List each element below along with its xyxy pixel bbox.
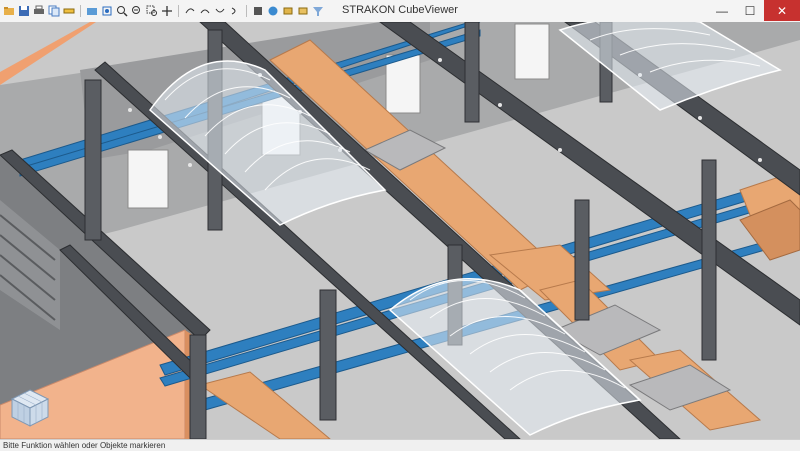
fit-view-icon[interactable] bbox=[100, 4, 114, 18]
rotate-y-icon[interactable] bbox=[213, 4, 227, 18]
toolbar-separator bbox=[246, 5, 247, 17]
toolbar-separator bbox=[178, 5, 179, 17]
zoom-window-icon[interactable] bbox=[145, 4, 159, 18]
print-icon[interactable] bbox=[32, 4, 46, 18]
rotate-z-icon[interactable] bbox=[228, 4, 242, 18]
open-icon[interactable] bbox=[2, 4, 16, 18]
window bbox=[127, 149, 169, 209]
minimize-button[interactable]: — bbox=[708, 0, 736, 21]
folder-icon[interactable] bbox=[85, 4, 99, 18]
model-render bbox=[0, 22, 800, 439]
window-title: STRAKON CubeViewer bbox=[342, 4, 458, 16]
toolbar-separator bbox=[80, 5, 81, 17]
title-bar: STRAKON CubeViewer — ☐ ✕ bbox=[0, 0, 800, 23]
maximize-button[interactable]: ☐ bbox=[736, 0, 764, 21]
zoom-out-icon[interactable] bbox=[130, 4, 144, 18]
status-bar: Bitte Funktion wählen oder Objekte marki… bbox=[0, 439, 800, 451]
3d-viewport[interactable] bbox=[0, 22, 800, 439]
window bbox=[514, 23, 550, 80]
save-icon[interactable] bbox=[17, 4, 31, 18]
view-cube-icon[interactable] bbox=[8, 386, 52, 430]
window-controls: — ☐ ✕ bbox=[708, 0, 800, 21]
pan-icon[interactable] bbox=[160, 4, 174, 18]
status-text: Bitte Funktion wählen oder Objekte marki… bbox=[3, 441, 166, 450]
rotate-icon[interactable] bbox=[183, 4, 197, 18]
window bbox=[385, 54, 421, 114]
zoom-in-icon[interactable] bbox=[115, 4, 129, 18]
copy-icon[interactable] bbox=[47, 4, 61, 18]
measure-icon[interactable] bbox=[62, 4, 76, 18]
rotate-x-icon[interactable] bbox=[198, 4, 212, 18]
close-button[interactable]: ✕ bbox=[764, 0, 800, 21]
